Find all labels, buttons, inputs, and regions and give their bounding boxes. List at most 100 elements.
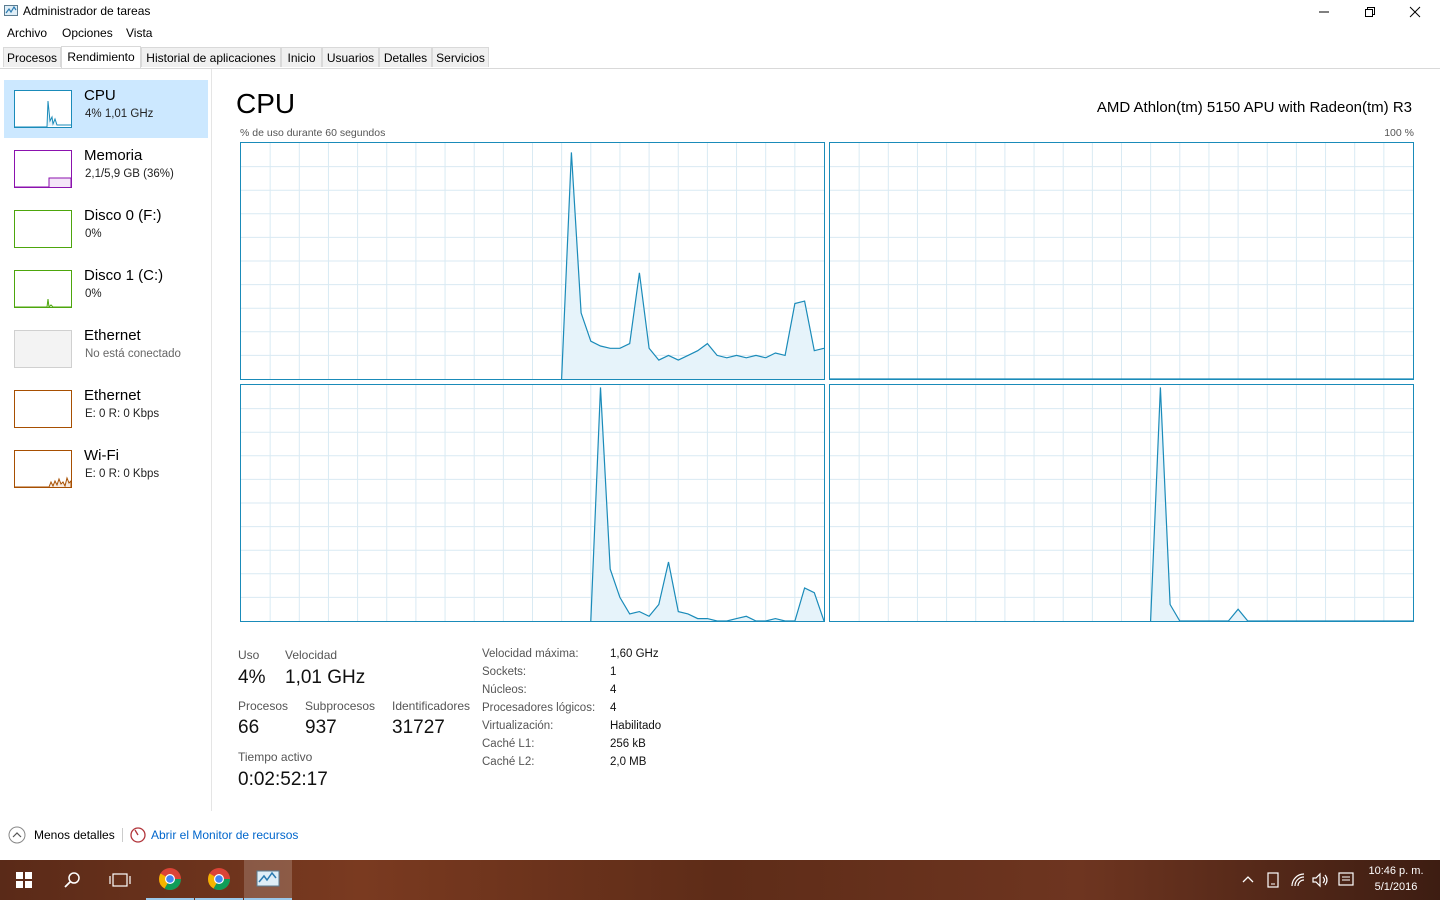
spec-label: Caché L1: xyxy=(482,738,535,750)
wifi-thumbnail xyxy=(14,450,72,488)
less-details-button[interactable]: Menos detalles xyxy=(34,828,115,842)
search-button[interactable] xyxy=(48,860,96,900)
spec-value: 256 kB xyxy=(610,738,646,750)
sidebar-item-label: Wi-Fi xyxy=(84,447,119,464)
close-button[interactable] xyxy=(1392,0,1438,24)
spec-value: 4 xyxy=(610,702,617,714)
menu-opciones[interactable]: Opciones xyxy=(62,26,113,40)
sidebar-item-sub: 4% 1,01 GHz xyxy=(85,108,154,120)
minimize-icon xyxy=(1319,11,1329,13)
sidebar-item-sub: E: 0 R: 0 Kbps xyxy=(85,408,160,420)
tablet-icon[interactable] xyxy=(1266,872,1280,888)
velocidad-label: Velocidad xyxy=(285,648,338,662)
ethernet-thumbnail xyxy=(14,330,72,368)
tab-detalles[interactable]: Detalles xyxy=(379,47,432,67)
restore-button[interactable] xyxy=(1347,0,1393,24)
minimize-button[interactable] xyxy=(1301,0,1347,24)
tab-inicio[interactable]: Inicio xyxy=(281,47,322,67)
wifi-icon[interactable] xyxy=(1290,872,1306,888)
usage-area xyxy=(1150,387,1413,621)
memory-thumbnail xyxy=(14,150,72,188)
spec-value: 4 xyxy=(610,684,617,696)
spec-label: Sockets: xyxy=(482,666,527,678)
sidebar-item-wifi[interactable]: Wi-Fi E: 0 R: 0 Kbps xyxy=(4,440,208,498)
sidebar-item-disco1[interactable]: Disco 1 (C:) 0% xyxy=(4,260,208,318)
usage-area xyxy=(561,152,824,379)
tab-usuarios[interactable]: Usuarios xyxy=(322,47,379,67)
footer-bar: Menos detalles Abrir el Monitor de recur… xyxy=(0,820,1440,850)
cpu-core-0-graph xyxy=(240,142,825,380)
procesos-value: 66 xyxy=(238,717,260,738)
tab-servicios[interactable]: Servicios xyxy=(432,47,489,67)
resource-sidebar: CPU 4% 1,01 GHz Memoria 2,1/5,9 GB (36%)… xyxy=(0,69,212,811)
spec-label: Virtualización: xyxy=(482,720,554,732)
menu-archivo[interactable]: Archivo xyxy=(7,26,47,40)
cpu-thumbnail xyxy=(14,90,72,128)
sidebar-item-cpu[interactable]: CPU 4% 1,01 GHz xyxy=(4,80,208,138)
taskbar-task-manager[interactable] xyxy=(244,860,292,900)
sidebar-item-sub: No está conectado xyxy=(85,348,181,360)
clock-date[interactable]: 5/1/2016 xyxy=(1362,881,1430,893)
sidebar-item-label: Ethernet xyxy=(84,387,141,404)
tab-rendimiento[interactable]: Rendimiento xyxy=(61,46,141,68)
spec-value: Habilitado xyxy=(610,720,662,732)
uso-value: 4% xyxy=(238,667,266,688)
subprocesos-value: 937 xyxy=(305,717,337,738)
graph-grid xyxy=(830,143,1413,379)
sidebar-item-ethernet-disconnected[interactable]: Ethernet No está conectado xyxy=(4,320,208,378)
spec-label: Caché L2: xyxy=(482,756,535,768)
velocidad-value: 1,01 GHz xyxy=(285,667,366,688)
sidebar-item-label: Ethernet xyxy=(84,327,141,344)
cpu-core-3-graph xyxy=(829,384,1414,622)
cpu-core-1-graph xyxy=(829,142,1414,380)
spec-value: 1 xyxy=(610,666,617,678)
sidebar-item-ethernet[interactable]: Ethernet E: 0 R: 0 Kbps xyxy=(4,380,208,438)
resource-monitor-icon xyxy=(130,827,146,843)
procesos-label: Procesos xyxy=(238,699,289,713)
cpu-model-name: AMD Athlon(tm) 5150 APU with Radeon(tm) … xyxy=(1096,99,1412,116)
volume-icon[interactable] xyxy=(1312,872,1330,888)
taskbar: 10:46 p. m. 5/1/2016 xyxy=(0,860,1440,900)
sidebar-item-label: Disco 1 (C:) xyxy=(84,267,164,284)
sidebar-item-label: Memoria xyxy=(84,147,143,164)
graph-max-label: 100 % xyxy=(1384,127,1414,139)
close-icon xyxy=(1409,6,1421,18)
chevron-up-circle-icon[interactable] xyxy=(8,826,26,844)
title-bar: Administrador de tareas xyxy=(0,0,1440,24)
task-manager-icon xyxy=(256,870,280,887)
clock-time[interactable]: 10:46 p. m. xyxy=(1362,865,1430,877)
tab-historial[interactable]: Historial de aplicaciones xyxy=(141,47,281,67)
spec-label: Procesadores lógicos: xyxy=(482,702,596,714)
sidebar-item-memoria[interactable]: Memoria 2,1/5,9 GB (36%) xyxy=(4,140,208,198)
usage-line xyxy=(561,152,824,379)
chevron-up-icon[interactable] xyxy=(1242,874,1254,886)
footer-divider xyxy=(122,828,123,842)
spec-label: Núcleos: xyxy=(482,684,527,696)
search-icon xyxy=(64,872,80,888)
tiempo-label: Tiempo activo xyxy=(238,750,313,764)
task-view-button[interactable] xyxy=(96,860,144,900)
start-button[interactable] xyxy=(0,860,48,900)
tab-procesos[interactable]: Procesos xyxy=(3,47,61,67)
window-title: Administrador de tareas xyxy=(23,4,151,18)
tiempo-value: 0:02:52:17 xyxy=(238,769,328,790)
menu-bar: Archivo Opciones Vista xyxy=(0,24,1440,44)
tab-bar: Procesos Rendimiento Historial de aplica… xyxy=(0,46,1440,69)
page-title: CPU xyxy=(236,88,296,119)
windows-logo-icon xyxy=(16,872,32,888)
chrome-icon xyxy=(159,868,181,890)
graph-grid xyxy=(830,385,1413,621)
graph-grid xyxy=(241,143,824,379)
sidebar-item-sub: 0% xyxy=(85,228,102,240)
notification-icon[interactable] xyxy=(1338,871,1354,889)
sidebar-item-disco0[interactable]: Disco 0 (F:) 0% xyxy=(4,200,208,258)
sidebar-item-sub: 2,1/5,9 GB (36%) xyxy=(85,168,174,180)
task-view-icon xyxy=(109,873,131,887)
taskbar-chrome-1[interactable] xyxy=(146,860,194,900)
ethernet-thumbnail xyxy=(14,390,72,428)
resource-monitor-link[interactable]: Abrir el Monitor de recursos xyxy=(151,828,298,842)
taskbar-chrome-2[interactable] xyxy=(195,860,243,900)
identificadores-label: Identificadores xyxy=(392,699,471,713)
menu-vista[interactable]: Vista xyxy=(126,26,152,40)
subprocesos-label: Subprocesos xyxy=(305,699,376,713)
